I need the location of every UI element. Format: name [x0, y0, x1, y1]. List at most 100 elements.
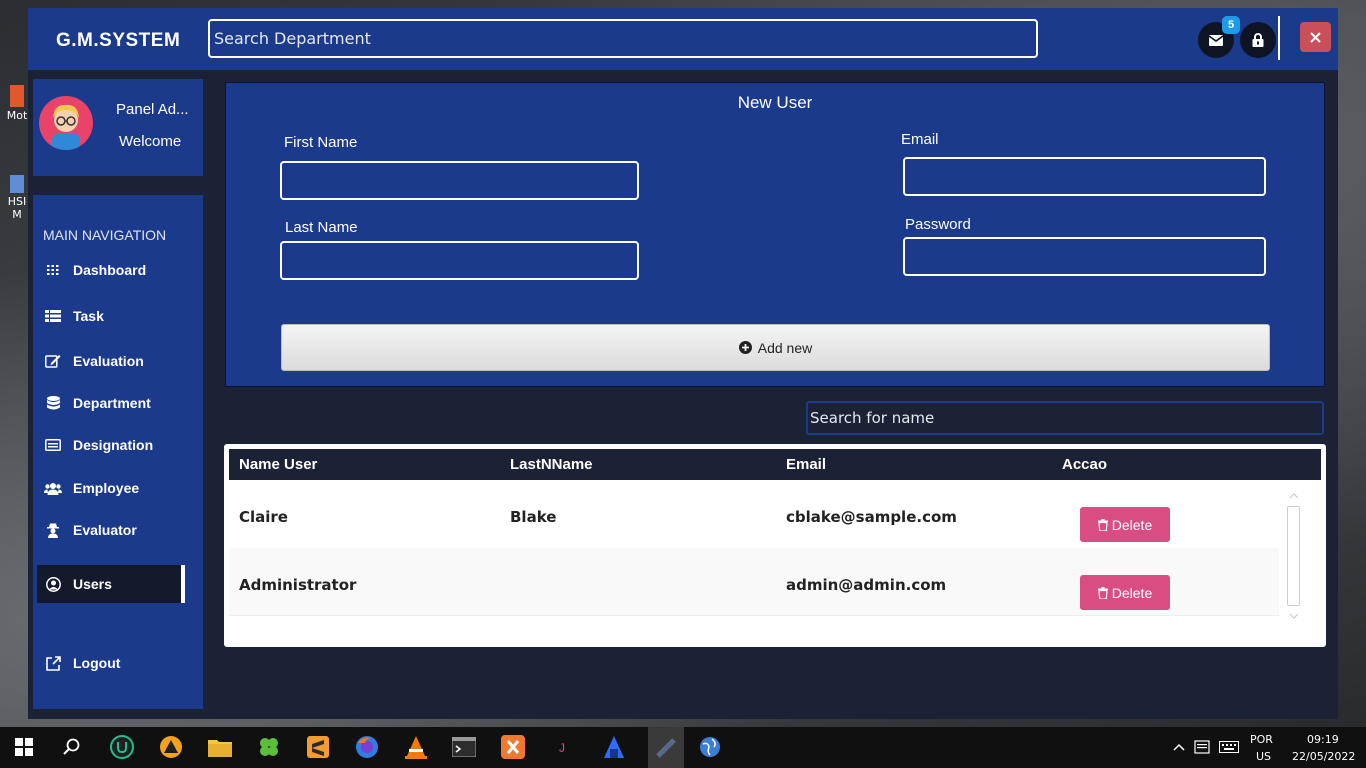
chevron-down-icon [1289, 613, 1299, 619]
nav-title: MAIN NAVIGATION [43, 227, 167, 243]
users-icon [43, 482, 63, 495]
upwork-icon[interactable] [110, 735, 134, 759]
folder-icon[interactable] [208, 735, 232, 759]
delete-button[interactable]: Delete [1080, 575, 1170, 610]
new-user-form: New User First Name Last Name Email Pass… [225, 82, 1325, 387]
name-search-input[interactable] [806, 401, 1324, 435]
brand-title: G.M.SYSTEM [56, 30, 181, 51]
last-name-label: Last Name [285, 219, 358, 236]
email-input[interactable] [903, 157, 1266, 196]
close-button[interactable] [1300, 22, 1331, 52]
table-scrollbar[interactable] [1286, 488, 1300, 628]
password-input[interactable] [903, 237, 1266, 276]
sidebar-item-label: Employee [73, 480, 140, 496]
cell-email: admin@admin.com [786, 576, 947, 594]
sidebar-item-dashboard[interactable]: Dashboard [37, 251, 185, 289]
mail-button[interactable]: 5 [1198, 16, 1240, 58]
grid-icon [43, 265, 63, 275]
notification-tray-icon[interactable] [1190, 735, 1214, 759]
clock-time[interactable]: 09:19 [1307, 733, 1339, 746]
password-label: Password [905, 216, 971, 233]
last-name-input[interactable] [280, 241, 639, 280]
cell-lastname: Blake [510, 508, 557, 526]
terminal-icon[interactable] [452, 735, 476, 759]
department-search-input[interactable] [208, 19, 1038, 58]
sidebar-item-label: Task [73, 308, 104, 324]
cell-name: Administrator [239, 576, 357, 594]
database-icon [43, 395, 63, 411]
active-app-icon[interactable] [648, 727, 684, 768]
jetbrains-icon[interactable]: J [551, 735, 575, 759]
sidebar-item-evaluator[interactable]: Evaluator [37, 511, 185, 549]
mail-badge: 5 [1222, 16, 1240, 34]
user-circle-icon [43, 576, 63, 592]
lock-icon [1252, 33, 1264, 47]
profile-welcome: Welcome [119, 133, 182, 150]
sidebar-item-department[interactable]: Department [37, 384, 185, 422]
taskbar: J POR US 09:19 22/05/2022 [0, 727, 1366, 768]
sidebar-item-label: Department [73, 395, 151, 411]
sidebar-item-task[interactable]: Task [37, 297, 185, 335]
keyboard-layout: US [1256, 750, 1272, 763]
sidebar-item-designation[interactable]: Designation [37, 426, 185, 464]
add-new-button[interactable]: Add new [281, 324, 1270, 371]
sidebar-item-label: Designation [73, 437, 154, 453]
table-row: Claire Blake cblake@sample.com Delete [229, 480, 1279, 548]
sidebar-item-employee[interactable]: Employee [37, 469, 185, 507]
avatar-illustration [52, 104, 80, 150]
column-header-lastname: LastNName [510, 456, 593, 473]
scrollbar-thumb[interactable] [1287, 506, 1300, 606]
firefox-icon[interactable] [355, 735, 379, 759]
cell-email: cblake@sample.com [786, 508, 957, 526]
profile-card: Panel Ad... Welcome [33, 79, 203, 176]
delete-label: Delete [1111, 516, 1153, 533]
add-new-label: Add new [757, 339, 813, 356]
column-header-action: Accao [1062, 456, 1108, 473]
sidebar-item-logout[interactable]: Logout [37, 644, 185, 682]
table-row: Administrator admin@admin.com Delete [229, 548, 1279, 616]
desktop-icon-label: Mot [6, 109, 28, 122]
avatar [39, 96, 93, 150]
sidebar-item-label: Evaluator [73, 522, 137, 538]
clock-date: 22/05/2022 [1292, 750, 1356, 763]
first-name-input[interactable] [280, 161, 639, 200]
trash-icon [1097, 518, 1108, 531]
cell-name: Claire [239, 508, 288, 526]
keyboard-icon[interactable] [1217, 735, 1241, 759]
warning-app-icon[interactable] [159, 735, 183, 759]
topbar-divider [1278, 16, 1280, 60]
card-icon [43, 439, 63, 451]
sidebar-item-label: Evaluation [73, 353, 144, 369]
chevron-up-tray-icon[interactable] [1167, 735, 1191, 759]
users-table: Name User LastNName Email Accao Claire B… [224, 444, 1326, 647]
app-window: G.M.SYSTEM 5 Panel Ad... Welcome [28, 8, 1338, 719]
profile-name: Panel Ad... [116, 101, 189, 118]
table-header: Name User LastNName Email Accao [229, 449, 1321, 480]
sidebar-item-evaluation[interactable]: Evaluation [37, 342, 185, 380]
sublime-icon[interactable] [306, 735, 330, 759]
form-title: New User [737, 93, 813, 112]
language-indicator[interactable]: POR [1250, 733, 1273, 746]
app-blue-icon[interactable] [602, 735, 626, 759]
sidebar-item-label: Logout [73, 655, 121, 671]
windows-start-icon[interactable] [12, 735, 36, 759]
desktop-icon-label: HSI M [7, 195, 27, 221]
globe-icon[interactable] [698, 735, 722, 759]
email-label: Email [901, 131, 939, 148]
search-icon[interactable] [60, 735, 84, 759]
svg-text:J: J [559, 741, 565, 755]
vlc-icon[interactable] [404, 735, 428, 759]
xampp-icon[interactable] [501, 735, 525, 759]
sidebar-item-users[interactable]: Users [37, 565, 185, 603]
delete-label: Delete [1111, 584, 1153, 601]
delete-button[interactable]: Delete [1080, 507, 1170, 542]
sidebar-item-label: Dashboard [73, 262, 147, 278]
clover-icon[interactable] [257, 735, 281, 759]
chevron-up-icon [1289, 493, 1299, 499]
lock-button[interactable] [1240, 22, 1276, 58]
column-header-email: Email [786, 456, 827, 473]
edit-icon [43, 354, 63, 368]
sidebar-navigation: MAIN NAVIGATION Dashboard Task Evaluatio… [33, 195, 203, 709]
user-secret-icon [43, 523, 63, 538]
mail-icon [1209, 34, 1223, 46]
